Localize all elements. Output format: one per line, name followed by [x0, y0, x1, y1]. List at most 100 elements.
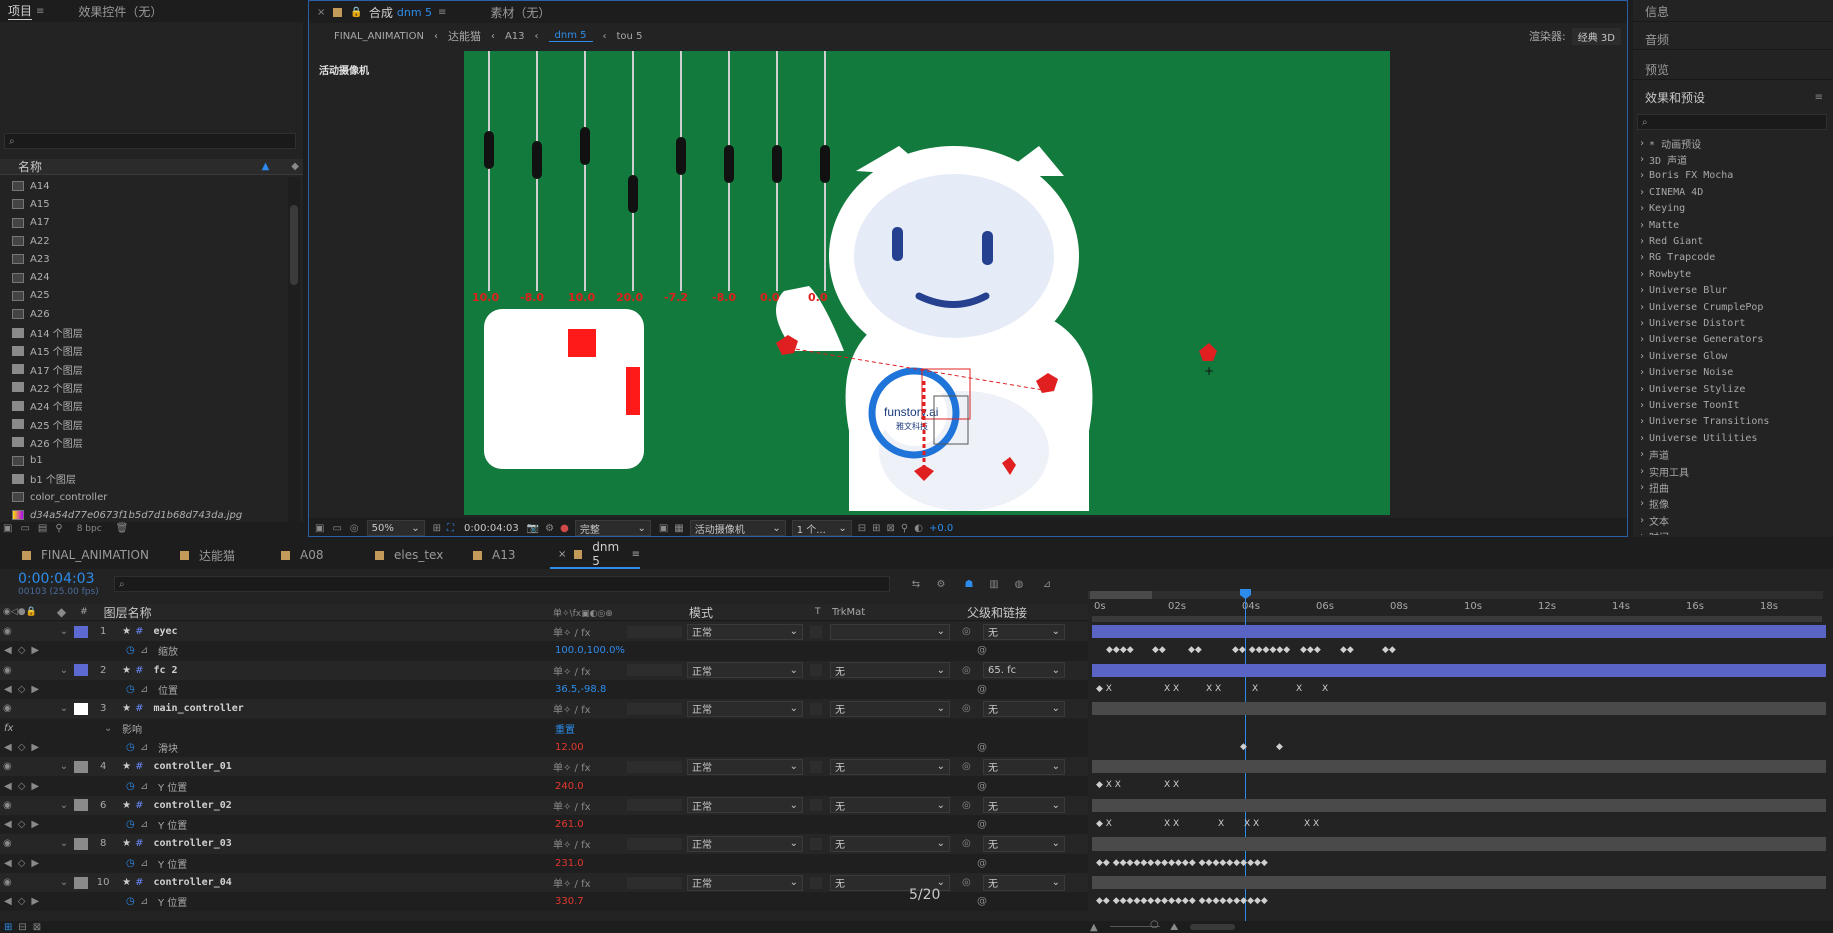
exposure-value[interactable]: +0.0 — [929, 523, 953, 534]
next-keyframe-icon[interactable]: ▶ — [31, 858, 39, 869]
layer-duration-bar[interactable] — [1092, 702, 1826, 716]
layer-duration-track[interactable] — [1092, 661, 1826, 680]
property-value[interactable]: 12.00 — [555, 742, 584, 753]
keyframe-markers[interactable]: ◆ X — [1096, 819, 1112, 829]
layer-duration-bar[interactable] — [1092, 837, 1826, 851]
project-item[interactable]: A26 — [0, 305, 286, 323]
project-item[interactable]: A22 — [0, 232, 286, 250]
expression-icon[interactable]: @ — [977, 742, 987, 753]
effects-category[interactable]: › Universe Stylize — [1633, 381, 1833, 397]
breadcrumb-item-active[interactable]: dnm 5 — [548, 30, 593, 42]
trkmat-header[interactable]: TrkMat — [832, 607, 865, 618]
view-dropdown[interactable]: 活动摄像机 ⌄ — [689, 520, 786, 536]
property-value[interactable]: 330.7 — [555, 896, 584, 907]
info-panel-tab[interactable]: 信息 — [1645, 3, 1669, 20]
keyframe-markers[interactable]: X X — [1164, 819, 1179, 829]
trkmat-dropdown[interactable]: 无 ⌄ — [830, 835, 950, 852]
menu-icon[interactable]: ≡ — [438, 7, 446, 18]
parent-dropdown[interactable]: 无 ⌄ — [983, 623, 1065, 640]
property-value[interactable]: 231.0 — [555, 858, 584, 869]
layer-row[interactable]: ◉ ⌄ 1 ★ # eyec 单✧ / fx 正常 ⌄ ⌄ ◎ 无 ⌄ — [0, 622, 1088, 642]
property-row[interactable]: ◀ ◇ ▶ ◷ ⊿ Y 位置 261.0 @ — [0, 815, 1088, 835]
stopwatch-icon[interactable]: ◷ — [126, 684, 135, 695]
color-channels-icon[interactable]: ● — [560, 523, 569, 534]
keyframe-markers[interactable]: ◆◆ — [1382, 645, 1396, 655]
layer-name[interactable]: controller_03 — [153, 838, 231, 849]
project-item[interactable]: A25 — [0, 287, 286, 305]
expression-icon[interactable]: @ — [977, 645, 987, 656]
layer-switches-icon[interactable]: 单✧ / fx — [553, 701, 591, 716]
trash-icon[interactable]: 🗑 — [116, 523, 129, 534]
layer-switches-icon[interactable]: 单✧ / fx — [553, 624, 591, 639]
property-value[interactable]: 36.5,-98.8 — [555, 684, 606, 695]
layer-duration-bar[interactable] — [1092, 760, 1826, 774]
property-value[interactable]: 240.0 — [555, 781, 584, 792]
pick-whip-icon[interactable]: ◎ — [962, 877, 971, 888]
project-scrollbar[interactable] — [288, 177, 300, 524]
timeline-tab[interactable]: × dnm 5 ≡ — [550, 541, 640, 569]
eye-icon[interactable]: ◉ — [3, 626, 12, 637]
effects-category[interactable]: › 声道 — [1633, 446, 1833, 462]
timeline-tab[interactable]: FINAL_ANIMATION — [0, 541, 172, 569]
draft-3d-icon[interactable]: ⚙ — [927, 579, 955, 590]
layer-name[interactable]: fc 2 — [153, 665, 177, 676]
prev-keyframe-icon[interactable]: ◀ — [4, 819, 12, 830]
shy-layers-icon[interactable]: ☗ — [955, 579, 983, 590]
roi-icon[interactable]: ▣ — [659, 523, 668, 534]
layer-duration-track[interactable] — [1092, 796, 1826, 815]
prev-keyframe-icon[interactable]: ◀ — [4, 645, 12, 656]
composition-mini-flowchart-icon[interactable]: ⇆ — [905, 579, 927, 590]
pick-whip-icon[interactable]: ◎ — [962, 838, 971, 849]
twirl-down-icon[interactable]: ⌄ — [60, 665, 68, 676]
stopwatch-icon[interactable]: ◷ — [126, 858, 135, 869]
keyframe-markers[interactable]: X — [1218, 819, 1224, 829]
keyframe-markers[interactable]: ◆◆◆◆ — [1106, 645, 1134, 655]
layer-switches-icon[interactable]: 单✧ / fx — [553, 875, 591, 890]
parent-dropdown[interactable]: 无 ⌄ — [983, 874, 1065, 891]
close-icon[interactable]: × — [558, 549, 566, 560]
next-keyframe-icon[interactable]: ▶ — [31, 742, 39, 753]
effects-category[interactable]: › RG Trapcode — [1633, 250, 1833, 266]
motion-blur-icon[interactable]: ◍ — [1005, 579, 1033, 590]
tab-effect-controls[interactable]: 效果控件（无） — [78, 3, 162, 20]
new-folder-icon[interactable]: ▭ — [20, 523, 29, 534]
effects-category[interactable]: › Rowbyte — [1633, 266, 1833, 282]
parent-dropdown[interactable]: 无 ⌄ — [983, 797, 1065, 814]
mode-header[interactable]: 模式 — [689, 604, 713, 621]
zoom-out-icon[interactable]: ▲ — [1090, 922, 1098, 933]
blend-mode-dropdown[interactable]: 正常 ⌄ — [687, 758, 803, 775]
add-keyframe-icon[interactable]: ◇ — [18, 684, 26, 695]
keyframe-markers[interactable]: ◆ — [1240, 742, 1247, 752]
trkmat-dropdown[interactable]: 无 ⌄ — [830, 662, 950, 679]
keyframe-markers[interactable]: X — [1252, 684, 1258, 694]
keyframe-track[interactable]: ◆ X X X X — [1092, 776, 1826, 795]
eye-icon[interactable]: ◉ — [3, 838, 12, 849]
twirl-down-icon[interactable]: ⌄ — [60, 838, 68, 849]
project-search[interactable]: ⌕ — [4, 133, 296, 149]
fast-previews-icon[interactable]: ⊠ — [887, 523, 895, 534]
keyframe-markers[interactable]: X — [1296, 684, 1302, 694]
stopwatch-icon[interactable]: ◷ — [126, 781, 135, 792]
layer-label-color[interactable] — [74, 702, 89, 715]
parent-dropdown[interactable]: 无 ⌄ — [983, 758, 1065, 775]
pick-whip-icon[interactable]: ◎ — [962, 800, 971, 811]
eye-icon[interactable]: ◉ — [3, 665, 12, 676]
renderer-value[interactable]: 经典 3D — [1571, 27, 1621, 45]
toggle-switches-icon[interactable]: ⊞ — [4, 922, 12, 933]
tab-composition-name[interactable]: dnm 5 — [397, 6, 432, 19]
twirl-down-icon[interactable]: ⌄ — [60, 703, 68, 714]
work-area-bar[interactable] — [1088, 591, 1823, 599]
resolution-dropdown[interactable]: 完整 ⌄ — [574, 520, 651, 536]
effects-category[interactable]: › Universe Glow — [1633, 348, 1833, 364]
project-item[interactable]: A22 个图层 — [0, 378, 286, 396]
breadcrumb-item[interactable]: FINAL_ANIMATION — [334, 31, 424, 42]
blend-mode-dropdown[interactable]: 正常 ⌄ — [687, 623, 803, 640]
stopwatch-icon[interactable]: ◷ — [126, 645, 135, 656]
effects-category[interactable]: › 文本 — [1633, 512, 1833, 528]
twirl-down-icon[interactable]: ⌄ — [104, 723, 112, 734]
effects-category[interactable]: › CINEMA 4D — [1633, 184, 1833, 200]
next-keyframe-icon[interactable]: ▶ — [31, 819, 39, 830]
interpret-footage-icon[interactable]: ▣ — [3, 523, 12, 534]
trkmat-dropdown[interactable]: 无 ⌄ — [830, 700, 950, 717]
menu-icon[interactable]: ≡ — [1815, 92, 1823, 103]
